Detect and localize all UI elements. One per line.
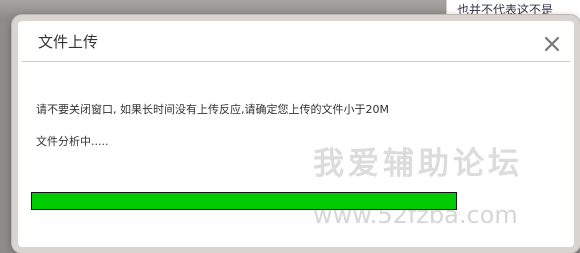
- upload-status-text: 文件分析中.....: [36, 135, 109, 148]
- upload-warning-message: 请不要关闭窗口, 如果长时间没有上传反应,请确定您上传的文件小于20M: [36, 103, 389, 116]
- close-icon[interactable]: [543, 35, 561, 53]
- upload-progress-bar: [31, 192, 457, 210]
- upload-dialog: 文件上传 请不要关闭窗口, 如果长时间没有上传反应,请确定您上传的文件小于20M…: [12, 15, 580, 253]
- upload-progress-fill: [32, 193, 456, 209]
- forum-watermark: 我爱辅助论坛: [313, 146, 523, 182]
- dialog-title: 文件上传: [38, 33, 99, 51]
- title-divider: [22, 61, 570, 62]
